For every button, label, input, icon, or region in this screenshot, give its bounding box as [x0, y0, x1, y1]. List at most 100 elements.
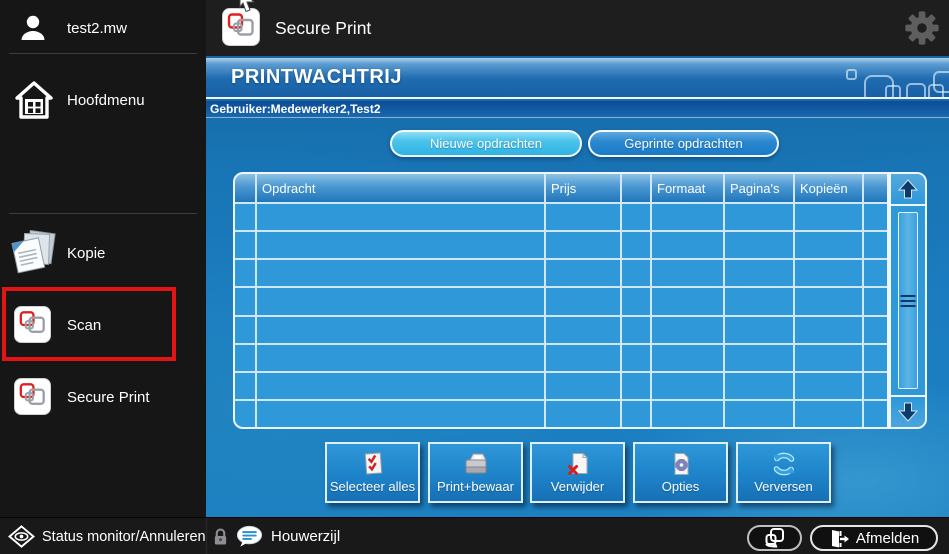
queue-cell[interactable] — [622, 372, 650, 399]
queue-cell[interactable] — [235, 204, 255, 231]
queue-cell[interactable] — [257, 204, 544, 231]
queue-cell[interactable] — [725, 204, 793, 231]
queue-cell[interactable] — [795, 372, 862, 399]
queue-cell[interactable] — [622, 344, 650, 371]
queue-cell[interactable] — [546, 344, 620, 371]
queue-cell[interactable] — [652, 204, 723, 231]
column-header-blank — [864, 174, 887, 202]
logout-button[interactable]: Afmelden — [810, 525, 938, 551]
arrow-down-icon — [897, 402, 919, 422]
delete-button[interactable]: Verwijder — [530, 442, 625, 503]
status-monitor-icon — [8, 525, 35, 548]
column-header-select — [235, 174, 255, 202]
status-monitor-button[interactable]: Status monitor/Annuleren — [8, 518, 206, 554]
queue-cell[interactable] — [652, 316, 723, 343]
gear-icon[interactable] — [903, 9, 941, 47]
queue-cell[interactable] — [622, 400, 650, 427]
queue-cell[interactable] — [622, 260, 650, 287]
queue-cell[interactable] — [235, 260, 255, 287]
footer-divider — [206, 518, 207, 554]
queue-cell[interactable] — [235, 372, 255, 399]
scrollbar-thumb[interactable] — [898, 212, 918, 389]
queue-cell[interactable] — [235, 316, 255, 343]
queue-cell[interactable] — [725, 372, 793, 399]
sidebar-user: test2.mw — [0, 8, 206, 48]
queue-cell[interactable] — [257, 344, 544, 371]
queue-cell[interactable] — [652, 344, 723, 371]
queue-cell[interactable] — [546, 372, 620, 399]
queue-cell[interactable] — [864, 260, 887, 287]
queue-cell[interactable] — [652, 288, 723, 315]
queue-title: PRINTWACHTRIJ — [231, 66, 402, 88]
queue-cell[interactable] — [257, 400, 544, 427]
queue-cell[interactable] — [546, 260, 620, 287]
queue-cell[interactable] — [622, 316, 650, 343]
tab-geprinte-opdrachten[interactable]: Geprinte opdrachten — [588, 130, 779, 157]
queue-cell[interactable] — [864, 372, 887, 399]
queue-cell[interactable] — [795, 400, 862, 427]
queue-cell[interactable] — [546, 316, 620, 343]
queue-cell[interactable] — [546, 288, 620, 315]
secure-print-app-icon — [14, 378, 51, 415]
queue-cell[interactable] — [795, 316, 862, 343]
app-switch-button[interactable] — [747, 525, 802, 551]
queue-cell[interactable] — [257, 316, 544, 343]
queue-cell[interactable] — [795, 344, 862, 371]
queue-cell[interactable] — [795, 232, 862, 259]
queue-cell[interactable] — [725, 316, 793, 343]
queue-cell[interactable] — [725, 400, 793, 427]
queue-cell[interactable] — [795, 260, 862, 287]
queue-cell[interactable] — [257, 288, 544, 315]
button-label: Selecteer alles — [329, 479, 416, 494]
queue-cell[interactable] — [725, 232, 793, 259]
sidebar-item-label: Kopie — [67, 244, 106, 262]
sidebar-item-scan[interactable]: Scan — [0, 306, 206, 344]
queue-cell[interactable] — [257, 372, 544, 399]
print-and-keep-button[interactable]: Print+bewaar — [428, 442, 523, 503]
refresh-button[interactable]: Verversen — [736, 442, 831, 503]
queue-cell[interactable] — [622, 288, 650, 315]
queue-cell[interactable] — [795, 204, 862, 231]
queue-cell[interactable] — [235, 232, 255, 259]
scroll-up-button[interactable] — [891, 174, 925, 206]
queue-cell[interactable] — [546, 232, 620, 259]
queue-cell[interactable] — [864, 232, 887, 259]
queue-cell[interactable] — [652, 400, 723, 427]
queue-cell[interactable] — [652, 232, 723, 259]
queue-cell[interactable] — [795, 288, 862, 315]
queue-cell[interactable] — [652, 260, 723, 287]
queue-cell[interactable] — [864, 316, 887, 343]
refresh-icon — [773, 452, 794, 476]
queue-cell[interactable] — [864, 400, 887, 427]
sidebar-item-hoofdmenu[interactable]: Hoofdmenu — [0, 76, 206, 124]
queue-cell[interactable] — [546, 204, 620, 231]
queue-cell[interactable] — [622, 204, 650, 231]
queue-cell[interactable] — [725, 344, 793, 371]
queue-cell[interactable] — [864, 204, 887, 231]
queue-cell[interactable] — [546, 400, 620, 427]
options-button[interactable]: Opties — [633, 442, 728, 503]
queue-cell[interactable] — [235, 288, 255, 315]
queue-cell[interactable] — [257, 260, 544, 287]
secure-print-app-icon — [222, 8, 260, 46]
queue-cell[interactable] — [725, 288, 793, 315]
queue-cell[interactable] — [725, 260, 793, 287]
print-queue-grid: Opdracht Prijs Formaat Pagina's Kopieën — [233, 172, 889, 429]
decor-square-icon — [928, 84, 944, 97]
select-all-button[interactable]: Selecteer alles — [325, 442, 420, 503]
queue-cell[interactable] — [235, 400, 255, 427]
queue-cell[interactable] — [622, 232, 650, 259]
queue-cell[interactable] — [864, 344, 887, 371]
tab-nieuwe-opdrachten[interactable]: Nieuwe opdrachten — [390, 130, 582, 157]
decor-square-icon — [846, 69, 857, 80]
queue-cell[interactable] — [652, 372, 723, 399]
main-content: PRINTWACHTRIJ Gebruiker:Medewerker2,Test… — [206, 56, 949, 517]
scroll-down-button[interactable] — [891, 395, 925, 427]
vertical-scrollbar[interactable] — [889, 172, 927, 429]
sidebar-item-secure-print[interactable]: Secure Print — [0, 378, 206, 416]
queue-cell[interactable] — [864, 288, 887, 315]
queue-cell[interactable] — [257, 232, 544, 259]
queue-cell[interactable] — [235, 344, 255, 371]
queue-title-band: PRINTWACHTRIJ — [206, 58, 949, 99]
sidebar-item-kopie[interactable]: Kopie — [0, 228, 206, 278]
